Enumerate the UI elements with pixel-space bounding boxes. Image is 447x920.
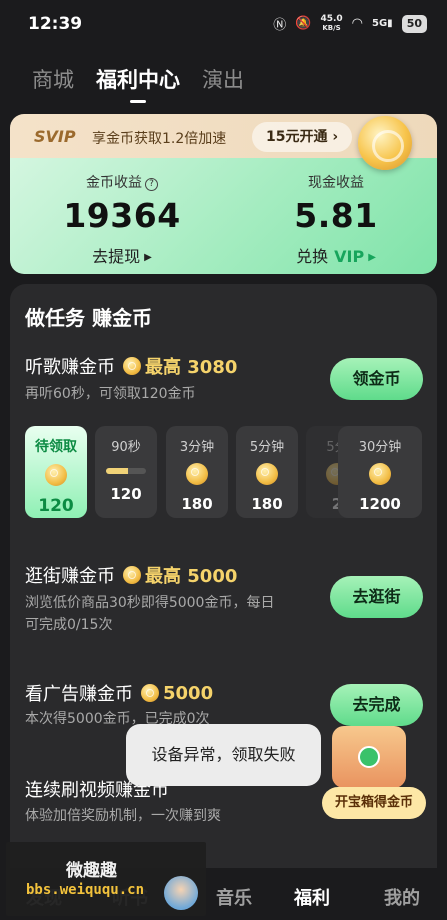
coin-earnings-label: 金币收益? <box>22 172 222 192</box>
gold-coin-icon <box>358 116 412 170</box>
task-shopping-subtitle-line2: 可完成0/15次 <box>25 617 113 633</box>
reward-card-value: 180 <box>181 495 213 513</box>
reward-card-label: 待领取 <box>35 439 77 455</box>
reward-card-label: 5分钟 <box>249 440 285 455</box>
task-shopping-title: 逛街赚金币 最高 5000 <box>25 562 237 588</box>
reward-card[interactable]: 30分钟 1200 <box>338 426 422 518</box>
go-complete-button[interactable]: 去完成 <box>330 684 423 726</box>
task-shopping-highlight: 最高 5000 <box>145 566 238 587</box>
svip-badge: SVIP <box>34 127 76 146</box>
tab-welfare-center[interactable]: 福利中心 <box>96 64 180 103</box>
coin-icon <box>256 463 278 485</box>
error-toast: 设备异常，领取失败 <box>126 724 321 786</box>
watermark-avatar <box>164 876 198 910</box>
cash-earnings: 现金收益 5.81 兑换 VIP ▶ <box>236 158 436 267</box>
reward-progress-bar <box>106 468 146 474</box>
coin-earnings: 金币收益? 19364 去提现 ▶ <box>22 158 222 267</box>
wifi-icon: ◠ <box>351 16 363 31</box>
go-shopping-button[interactable]: 去逛街 <box>330 576 423 618</box>
coin-icon <box>45 464 67 486</box>
task-ads-title: 看广告赚金币 5000 <box>25 680 213 706</box>
reward-card[interactable]: 3分钟 180 <box>166 426 228 518</box>
reward-card-value: 1200 <box>359 495 401 513</box>
reward-card-label: 30分钟 <box>358 440 402 455</box>
reward-progress-fill <box>106 468 128 474</box>
exchange-vip-link[interactable]: 兑换 VIP ▶ <box>236 243 436 267</box>
coin-earnings-value: 19364 <box>63 196 181 235</box>
nav-mine[interactable]: 我的 <box>384 884 420 910</box>
withdraw-link-label: 去提现 <box>92 247 141 266</box>
task-shopping-subtitle: 浏览低价商品30秒即得5000金币，每日 可完成0/15次 <box>25 592 274 636</box>
watermark-url: bbs.weiququ.cn <box>26 882 145 898</box>
coin-earnings-label-text: 金币收益 <box>86 175 142 191</box>
panel-title: 做任务 赚金币 <box>25 306 152 330</box>
cash-earnings-label: 现金收益 <box>308 175 364 191</box>
cash-earnings-value: 5.81 <box>294 196 378 235</box>
triangle-right-icon: ▶ <box>144 252 152 263</box>
coin-icon <box>123 566 141 584</box>
task-listen-highlight: 最高 3080 <box>145 357 238 378</box>
nfc-icon: Ⓝ <box>273 18 287 33</box>
net-speed-unit: KB/S <box>322 23 341 32</box>
open-chest-button[interactable]: 开宝箱得金币 <box>322 787 426 819</box>
vip-open-button[interactable]: 15元开通 › <box>252 122 353 152</box>
tab-mall[interactable]: 商城 <box>32 64 74 94</box>
withdraw-link[interactable]: 去提现 ▶ <box>22 243 222 267</box>
signal-label: 5G <box>372 18 388 29</box>
reward-card-value: 120 <box>38 496 74 516</box>
task-listen-name: 听歌赚金币 <box>25 357 115 378</box>
coin-icon <box>141 684 159 702</box>
task-video-subtitle: 体验加倍奖励机制，一次赚到爽 <box>25 808 221 824</box>
exchange-link-label: 兑换 <box>296 247 329 266</box>
help-icon[interactable]: ? <box>145 178 158 191</box>
task-shopping-subtitle-line1: 浏览低价商品30秒即得5000金币，每日 <box>25 595 275 611</box>
net-speed: 45.0 KB/S <box>320 13 343 33</box>
mute-icon: 🔕 <box>295 16 312 31</box>
status-time: 12:39 <box>28 14 83 34</box>
net-speed-value: 45.0 <box>320 13 343 24</box>
task-ads-name: 看广告赚金币 <box>25 684 133 705</box>
reward-card[interactable]: 90秒 120 <box>95 426 157 518</box>
status-icons: Ⓝ 🔕 45.0 KB/S ◠ 5G▮ 50 <box>273 14 427 33</box>
top-tabs: 商城 福利中心 演出 <box>32 64 244 103</box>
task-shopping-name: 逛街赚金币 <box>25 566 115 587</box>
earnings-card: 金币收益? 19364 去提现 ▶ 现金收益 5.81 兑换 VIP ▶ <box>10 158 437 274</box>
task-ads-highlight: 5000 <box>163 682 214 704</box>
nav-welfare[interactable]: 福利 <box>294 884 330 910</box>
task-listen-title: 听歌赚金币 最高 3080 <box>25 353 237 379</box>
battery-icon: 50 <box>401 14 427 33</box>
task-listen-subtitle: 再听60秒，可领取120金币 <box>25 386 196 402</box>
coin-icon <box>123 357 141 375</box>
watermark: 微趣趣 bbs.weiququ.cn <box>6 842 206 916</box>
status-bar: 12:39 Ⓝ 🔕 45.0 KB/S ◠ 5G▮ 50 <box>0 0 447 50</box>
reward-card-label: 90秒 <box>111 440 141 455</box>
triangle-right-icon: ▶ <box>368 252 376 263</box>
reward-card-label: 3分钟 <box>179 440 215 455</box>
vip-label: VIP <box>334 247 365 266</box>
reward-card-value: 180 <box>251 495 283 513</box>
reward-card-value: 120 <box>110 485 142 503</box>
chest-lock-icon <box>358 746 380 768</box>
tab-shows[interactable]: 演出 <box>202 64 244 94</box>
vip-banner-text: 享金币获取1.2倍加速 <box>92 131 227 147</box>
reward-card[interactable]: 5分钟 180 <box>236 426 298 518</box>
watermark-name: 微趣趣 <box>66 861 117 881</box>
signal-icon: 5G▮ <box>372 18 393 29</box>
coin-icon <box>186 463 208 485</box>
coin-icon <box>369 463 391 485</box>
claim-coins-button[interactable]: 领金币 <box>330 358 423 400</box>
reward-card[interactable]: 待领取 120 <box>25 426 87 518</box>
treasure-chest-icon[interactable] <box>332 726 406 788</box>
nav-music[interactable]: 音乐 <box>216 884 252 910</box>
